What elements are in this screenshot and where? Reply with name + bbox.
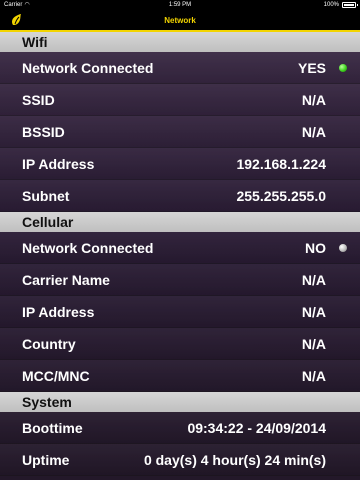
scroll-content[interactable]: Wifi Network Connected YES SSID N/A BSSI… <box>0 32 360 480</box>
row-label: Country <box>22 335 76 352</box>
row-label: Carrier Name <box>22 271 110 288</box>
row-label: SSID <box>22 91 55 108</box>
section-header-system: System <box>0 392 360 412</box>
status-time: 1:59 PM <box>168 2 192 8</box>
row-value: N/A <box>301 91 326 108</box>
system-row-boottime[interactable]: Boottime 09:34:22 - 24/09/2014 <box>0 412 360 444</box>
row-label: BSSID <box>22 123 65 140</box>
cellular-row-carrier-name[interactable]: Carrier Name N/A <box>0 264 360 296</box>
logo-icon[interactable] <box>10 13 24 27</box>
carrier-label: Carrier <box>4 2 23 8</box>
row-label: IP Address <box>22 155 95 172</box>
wifi-icon: ◠ <box>24 2 30 8</box>
row-label: IP Address <box>22 303 95 320</box>
row-value: N/A <box>301 335 326 352</box>
row-label: Uptime <box>22 451 70 468</box>
cellular-row-network-connected[interactable]: Network Connected NO <box>0 232 360 264</box>
status-indicator-icon <box>339 63 347 72</box>
navigation-bar: Network <box>0 10 360 32</box>
wifi-row-ssid[interactable]: SSID N/A <box>0 84 360 116</box>
row-value: 192.168.1.224 <box>236 155 326 172</box>
battery-percent: 100% <box>323 2 339 8</box>
row-value: 09:34:22 - 24/09/2014 <box>187 419 326 436</box>
row-value: YES <box>297 59 326 76</box>
row-label: Boottime <box>22 419 83 436</box>
row-value: N/A <box>301 367 326 384</box>
row-value: NO <box>305 239 326 256</box>
row-label: Network Connected <box>22 59 154 76</box>
row-value: N/A <box>301 303 326 320</box>
row-value: 255.255.255.0 <box>236 187 326 204</box>
status-right: 100% <box>323 2 358 8</box>
cellular-row-ip-address[interactable]: IP Address N/A <box>0 296 360 328</box>
row-label: Subnet <box>22 187 70 204</box>
wifi-row-network-connected[interactable]: Network Connected YES <box>0 52 360 84</box>
status-bar: Carrier ◠ 1:59 PM 100% <box>0 0 360 10</box>
row-label: MCC/MNC <box>22 367 90 384</box>
cellular-row-mcc-mnc[interactable]: MCC/MNC N/A <box>0 360 360 392</box>
system-row-uptime[interactable]: Uptime 0 day(s) 4 hour(s) 24 min(s) <box>0 444 360 476</box>
status-indicator-icon <box>339 243 347 252</box>
wifi-row-bssid[interactable]: BSSID N/A <box>0 116 360 148</box>
row-label: Network Connected <box>22 239 154 256</box>
cellular-row-country[interactable]: Country N/A <box>0 328 360 360</box>
battery-icon <box>342 2 358 8</box>
wifi-row-subnet[interactable]: Subnet 255.255.255.0 <box>0 180 360 212</box>
page-title: Network <box>164 15 196 25</box>
section-header-wifi: Wifi <box>0 32 360 52</box>
row-value: N/A <box>301 271 326 288</box>
row-value: N/A <box>301 123 326 140</box>
row-value: 0 day(s) 4 hour(s) 24 min(s) <box>143 451 326 468</box>
wifi-row-ip-address[interactable]: IP Address 192.168.1.224 <box>0 148 360 180</box>
status-left: Carrier ◠ <box>4 2 30 8</box>
section-header-cellular: Cellular <box>0 212 360 232</box>
